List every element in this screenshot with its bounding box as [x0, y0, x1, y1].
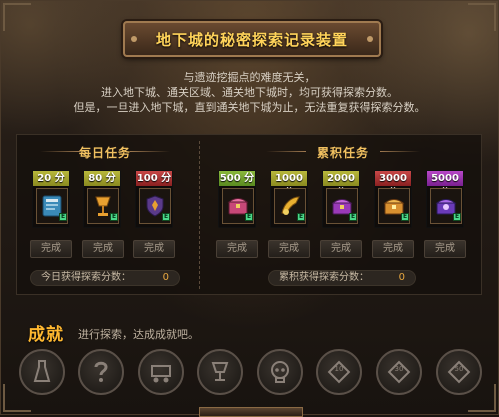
question-icon[interactable] [78, 349, 124, 395]
badge-label: 50 [455, 365, 464, 373]
cumulative-score-label: 累积获得探索分数： [279, 272, 369, 283]
chalice-icon[interactable] [197, 349, 243, 395]
cumulative-task-card[interactable]: 3000 分 E [374, 170, 412, 228]
description: 与遗迹挖掘点的难度无关， 进入地下城、通关区域、通关地下城时，均可获得探索分数。… [0, 70, 499, 115]
complete-button[interactable]: 完成 [268, 240, 310, 258]
equipment-badge-icon: E [401, 213, 409, 221]
cumulative-score-value: 0 [398, 272, 405, 283]
complete-button[interactable]: 完成 [30, 240, 72, 258]
daily-task-card[interactable]: 80 分 E [83, 170, 121, 228]
daily-score-bar: 今日获得探索分数： 0 [30, 270, 180, 286]
cumulative-task-card[interactable]: 500 分 E [218, 170, 256, 228]
description-line: 但是，一旦进入地下城，直到通关地下城为止，无法重复获得探索分数。 [73, 101, 426, 114]
task-score: 3000 分 [375, 171, 411, 199]
task-score: 2000 分 [323, 171, 359, 199]
page-title: 地下城的秘密探索记录装置 [155, 30, 348, 49]
complete-button[interactable]: 完成 [320, 240, 362, 258]
daily-title-text: 每日任务 [78, 146, 131, 160]
equipment-badge-icon: E [110, 213, 118, 221]
description-line: 进入地下城、通关区域、通关地下城时，均可获得探索分数。 [101, 86, 398, 99]
rivet-icon [131, 36, 137, 42]
badge-30-icon[interactable]: 30 [376, 349, 422, 395]
title-ornament [130, 151, 170, 152]
equipment-badge-icon: E [453, 213, 461, 221]
cumulative-score-bar: 累积获得探索分数： 0 [268, 270, 416, 286]
complete-button[interactable]: 完成 [216, 240, 258, 258]
complete-button[interactable]: 完成 [424, 240, 466, 258]
task-score: 20 分 [33, 171, 69, 186]
badge-label: 30 [395, 365, 404, 373]
daily-task-card[interactable]: 100 分 E [135, 170, 173, 228]
badge-label: 10 [335, 365, 344, 373]
frame-corner [468, 3, 496, 31]
daily-score-label: 今日获得探索分数： [41, 272, 131, 283]
achievements-description: 进行探索，达成成就吧。 [78, 328, 199, 341]
description-line: 与遗迹挖掘点的难度无关， [183, 71, 316, 84]
title-ornament [40, 151, 80, 152]
title-ornament [266, 151, 306, 152]
bottom-plate [199, 407, 303, 417]
equipment-badge-icon: E [349, 213, 357, 221]
equipment-badge-icon: E [162, 213, 170, 221]
achievements-title: 成就 [28, 325, 64, 345]
cumulative-title-text: 累积任务 [316, 146, 369, 160]
complete-button[interactable]: 完成 [133, 240, 175, 258]
daily-score-value: 0 [162, 272, 169, 283]
cart-icon[interactable] [138, 349, 184, 395]
daily-section-title: 每日任务 [40, 144, 170, 161]
equipment-badge-icon: E [59, 213, 67, 221]
task-score: 5000 分 [427, 171, 463, 199]
complete-button[interactable]: 完成 [372, 240, 414, 258]
title-plate: 地下城的秘密探索记录装置 [123, 21, 381, 57]
frame-corner [3, 3, 31, 31]
equipment-badge-icon: E [245, 213, 253, 221]
daily-task-card[interactable]: 20 分 E [32, 170, 70, 228]
cumulative-task-card[interactable]: 5000 分 E [426, 170, 464, 228]
potion-bottle-icon[interactable] [19, 349, 65, 395]
title-ornament [380, 151, 420, 152]
equipment-badge-icon: E [297, 213, 305, 221]
cumulative-section-title: 累积任务 [266, 144, 420, 161]
panel-divider [199, 141, 200, 289]
skull-icon[interactable] [257, 349, 303, 395]
task-score: 1000 分 [271, 171, 307, 199]
rivet-icon [367, 36, 373, 42]
task-score: 100 分 [136, 171, 172, 186]
task-score: 80 分 [84, 171, 120, 186]
complete-button[interactable]: 完成 [82, 240, 124, 258]
cumulative-task-card[interactable]: 2000 分 E [322, 170, 360, 228]
cumulative-task-card[interactable]: 1000 分 E [270, 170, 308, 228]
badge-50-icon[interactable]: 50 [436, 349, 482, 395]
task-score: 500 分 [219, 171, 255, 186]
badge-10-icon[interactable]: 10 [316, 349, 362, 395]
